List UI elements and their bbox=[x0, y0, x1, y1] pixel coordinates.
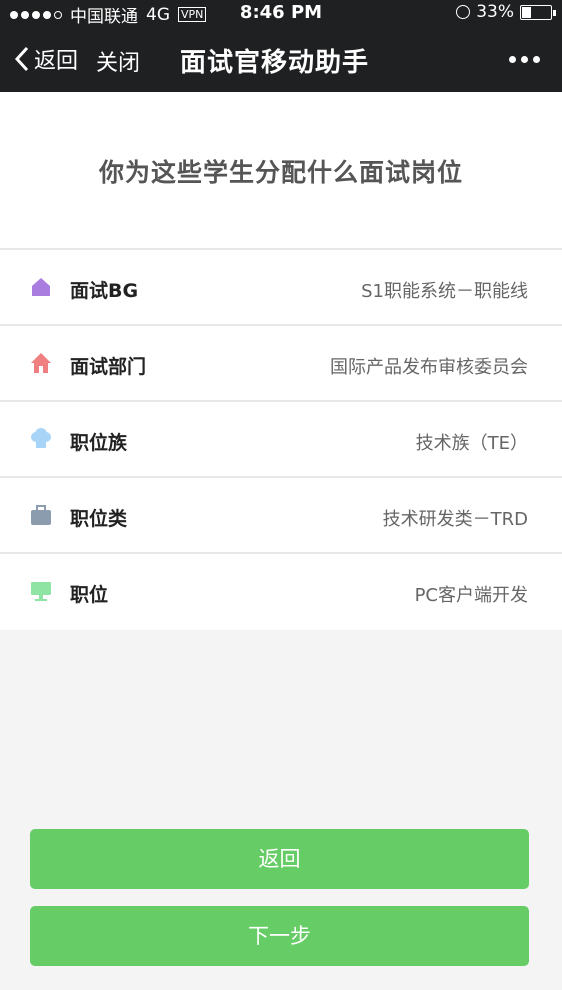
status-bar: 中国联通 4G VPN 8:46 PM 33% bbox=[0, 0, 562, 27]
chef-hat-icon bbox=[31, 428, 51, 448]
building-icon bbox=[32, 278, 50, 296]
back-link-label: 返回 bbox=[34, 49, 79, 74]
close-link[interactable]: 关闭 bbox=[96, 45, 140, 77]
heading-text: 你为这些学生分配什么面试岗位 bbox=[98, 158, 463, 187]
rotation-lock-icon bbox=[456, 5, 471, 19]
status-right: 33% bbox=[456, 2, 556, 22]
row-label: 职位族 bbox=[70, 432, 128, 454]
row-job-family[interactable]: 职位族 技术族（TE） bbox=[0, 402, 562, 478]
nav-bar: 返回 关闭 面试官移动助手 bbox=[0, 26, 562, 92]
briefcase-icon bbox=[31, 505, 51, 525]
row-label: 职位 bbox=[70, 584, 109, 606]
desktop-icon bbox=[31, 582, 51, 601]
row-value: 国际产品发布审核委员会 bbox=[330, 357, 528, 378]
row-position[interactable]: 职位 PC客户端开发 bbox=[0, 554, 562, 630]
home-icon bbox=[31, 353, 51, 373]
row-label: 面试BG bbox=[70, 280, 139, 302]
back-button[interactable]: 返回 bbox=[30, 829, 529, 889]
more-dots-icon[interactable] bbox=[509, 56, 540, 63]
row-interview-department[interactable]: 面试部门 国际产品发布审核委员会 bbox=[0, 326, 562, 402]
row-value: 技术研发类－TRD bbox=[382, 509, 528, 530]
chevron-left-icon bbox=[14, 46, 29, 72]
row-label: 面试部门 bbox=[70, 356, 147, 378]
row-value: 技术族（TE） bbox=[415, 433, 528, 454]
top-bar: 中国联通 4G VPN 8:46 PM 33% 返回 关闭 面试官移动助手 bbox=[0, 0, 562, 92]
back-link[interactable]: 返回 bbox=[14, 43, 78, 75]
row-value: S1职能系统－职能线 bbox=[361, 281, 528, 302]
row-label: 职位类 bbox=[70, 508, 128, 530]
row-value: PC客户端开发 bbox=[414, 585, 528, 606]
heading-section: 你为这些学生分配什么面试岗位 bbox=[0, 92, 562, 248]
battery-percent: 33% bbox=[476, 2, 514, 22]
next-step-button[interactable]: 下一步 bbox=[30, 906, 529, 966]
assignment-list: 面试BG S1职能系统－职能线 面试部门 国际产品发布审核委员会 职位族 技术族… bbox=[0, 248, 562, 630]
row-job-category[interactable]: 职位类 技术研发类－TRD bbox=[0, 478, 562, 554]
page-title: 面试官移动助手 bbox=[180, 48, 370, 78]
battery-icon bbox=[520, 4, 556, 20]
row-interview-bg[interactable]: 面试BG S1职能系统－职能线 bbox=[0, 250, 562, 326]
battery-fill bbox=[522, 6, 531, 18]
